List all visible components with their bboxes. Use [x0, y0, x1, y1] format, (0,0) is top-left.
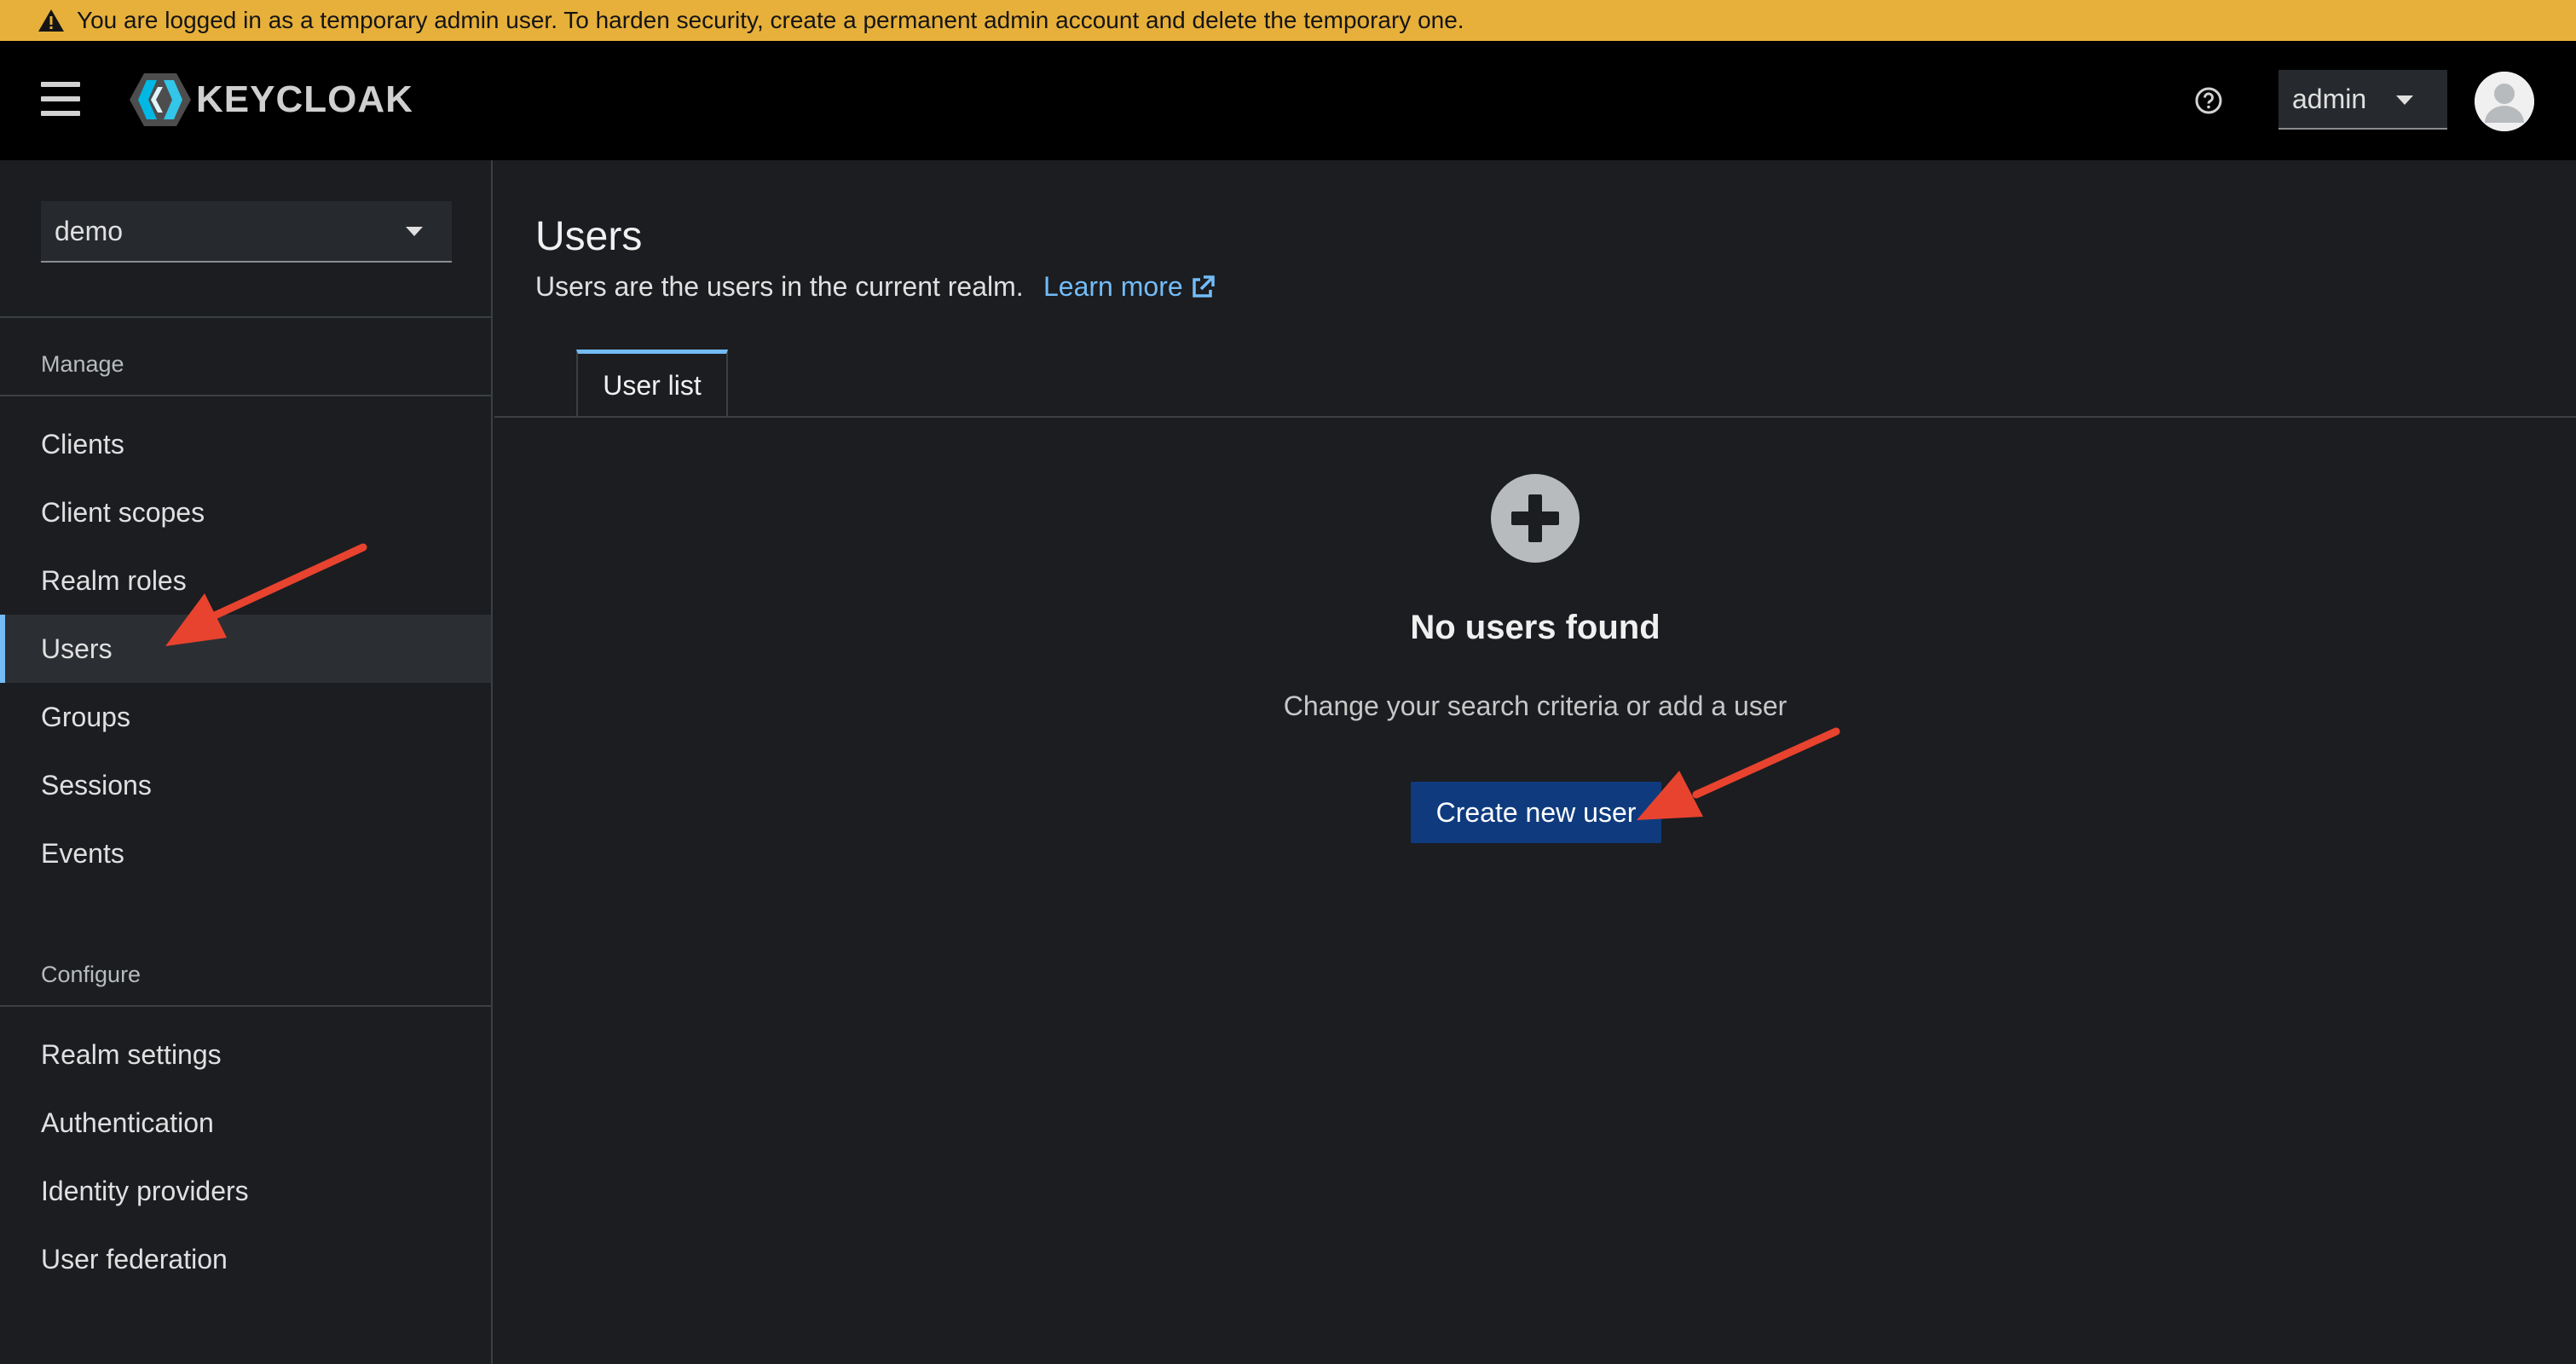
user-menu-dropdown[interactable]: admin	[2279, 70, 2447, 130]
logo-text: KEYCLOAK	[196, 78, 413, 120]
sidebar-item-clients[interactable]: Clients	[0, 410, 491, 478]
sidebar: demo Manage Clients Client scopes Realm …	[0, 160, 493, 1364]
page-description: Users are the users in the current realm…	[535, 271, 1024, 302]
help-icon[interactable]	[2193, 85, 2224, 116]
tab-user-list[interactable]: User list	[576, 350, 728, 418]
warning-banner: You are logged in as a temporary admin u…	[0, 0, 2576, 41]
tab-divider	[494, 416, 2576, 418]
sidebar-item-user-federation[interactable]: User federation	[0, 1225, 491, 1293]
arrow-to-create-user-icon	[1637, 727, 1840, 820]
empty-state-title: No users found	[1410, 609, 1661, 646]
empty-state-body: Change your search criteria or add a use…	[1283, 691, 1788, 721]
user-menu-label: admin	[2292, 83, 2367, 114]
section-title-manage: Manage	[41, 351, 124, 377]
masthead: KEYCLOAK admin	[0, 41, 2576, 160]
sidebar-item-sessions[interactable]: Sessions	[0, 751, 491, 819]
keycloak-logo[interactable]: KEYCLOAK	[128, 72, 413, 128]
realm-selector[interactable]: demo	[41, 201, 452, 263]
sidebar-item-identity-providers[interactable]: Identity providers	[0, 1157, 491, 1225]
learn-more-link[interactable]: Learn more	[1043, 271, 1216, 303]
sidebar-item-groups[interactable]: Groups	[0, 683, 491, 751]
sidebar-item-events[interactable]: Events	[0, 819, 491, 887]
divider	[0, 316, 491, 318]
caret-down-icon	[406, 227, 423, 236]
sidebar-item-authentication[interactable]: Authentication	[0, 1089, 491, 1157]
section-title-configure: Configure	[41, 962, 142, 987]
caret-down-icon	[2396, 95, 2413, 105]
create-new-user-button[interactable]: Create new user	[1411, 782, 1661, 843]
keycloak-logo-icon	[130, 73, 191, 126]
external-link-icon	[1192, 275, 1215, 298]
warning-icon	[38, 9, 64, 32]
page-title: Users	[535, 214, 643, 259]
banner-text: You are logged in as a temporary admin u…	[77, 7, 1464, 33]
divider	[0, 1005, 491, 1007]
realm-name: demo	[55, 215, 124, 246]
avatar-icon[interactable]	[2475, 72, 2534, 131]
sidebar-item-realm-roles[interactable]: Realm roles	[0, 546, 491, 615]
plus-circle-icon	[1491, 474, 1580, 563]
learn-more-label: Learn more	[1043, 271, 1183, 302]
sidebar-item-users[interactable]: Users	[0, 615, 491, 683]
divider	[0, 395, 491, 396]
menu-icon[interactable]	[41, 82, 80, 116]
sidebar-item-realm-settings[interactable]: Realm settings	[0, 1020, 491, 1089]
sidebar-item-client-scopes[interactable]: Client scopes	[0, 478, 491, 546]
